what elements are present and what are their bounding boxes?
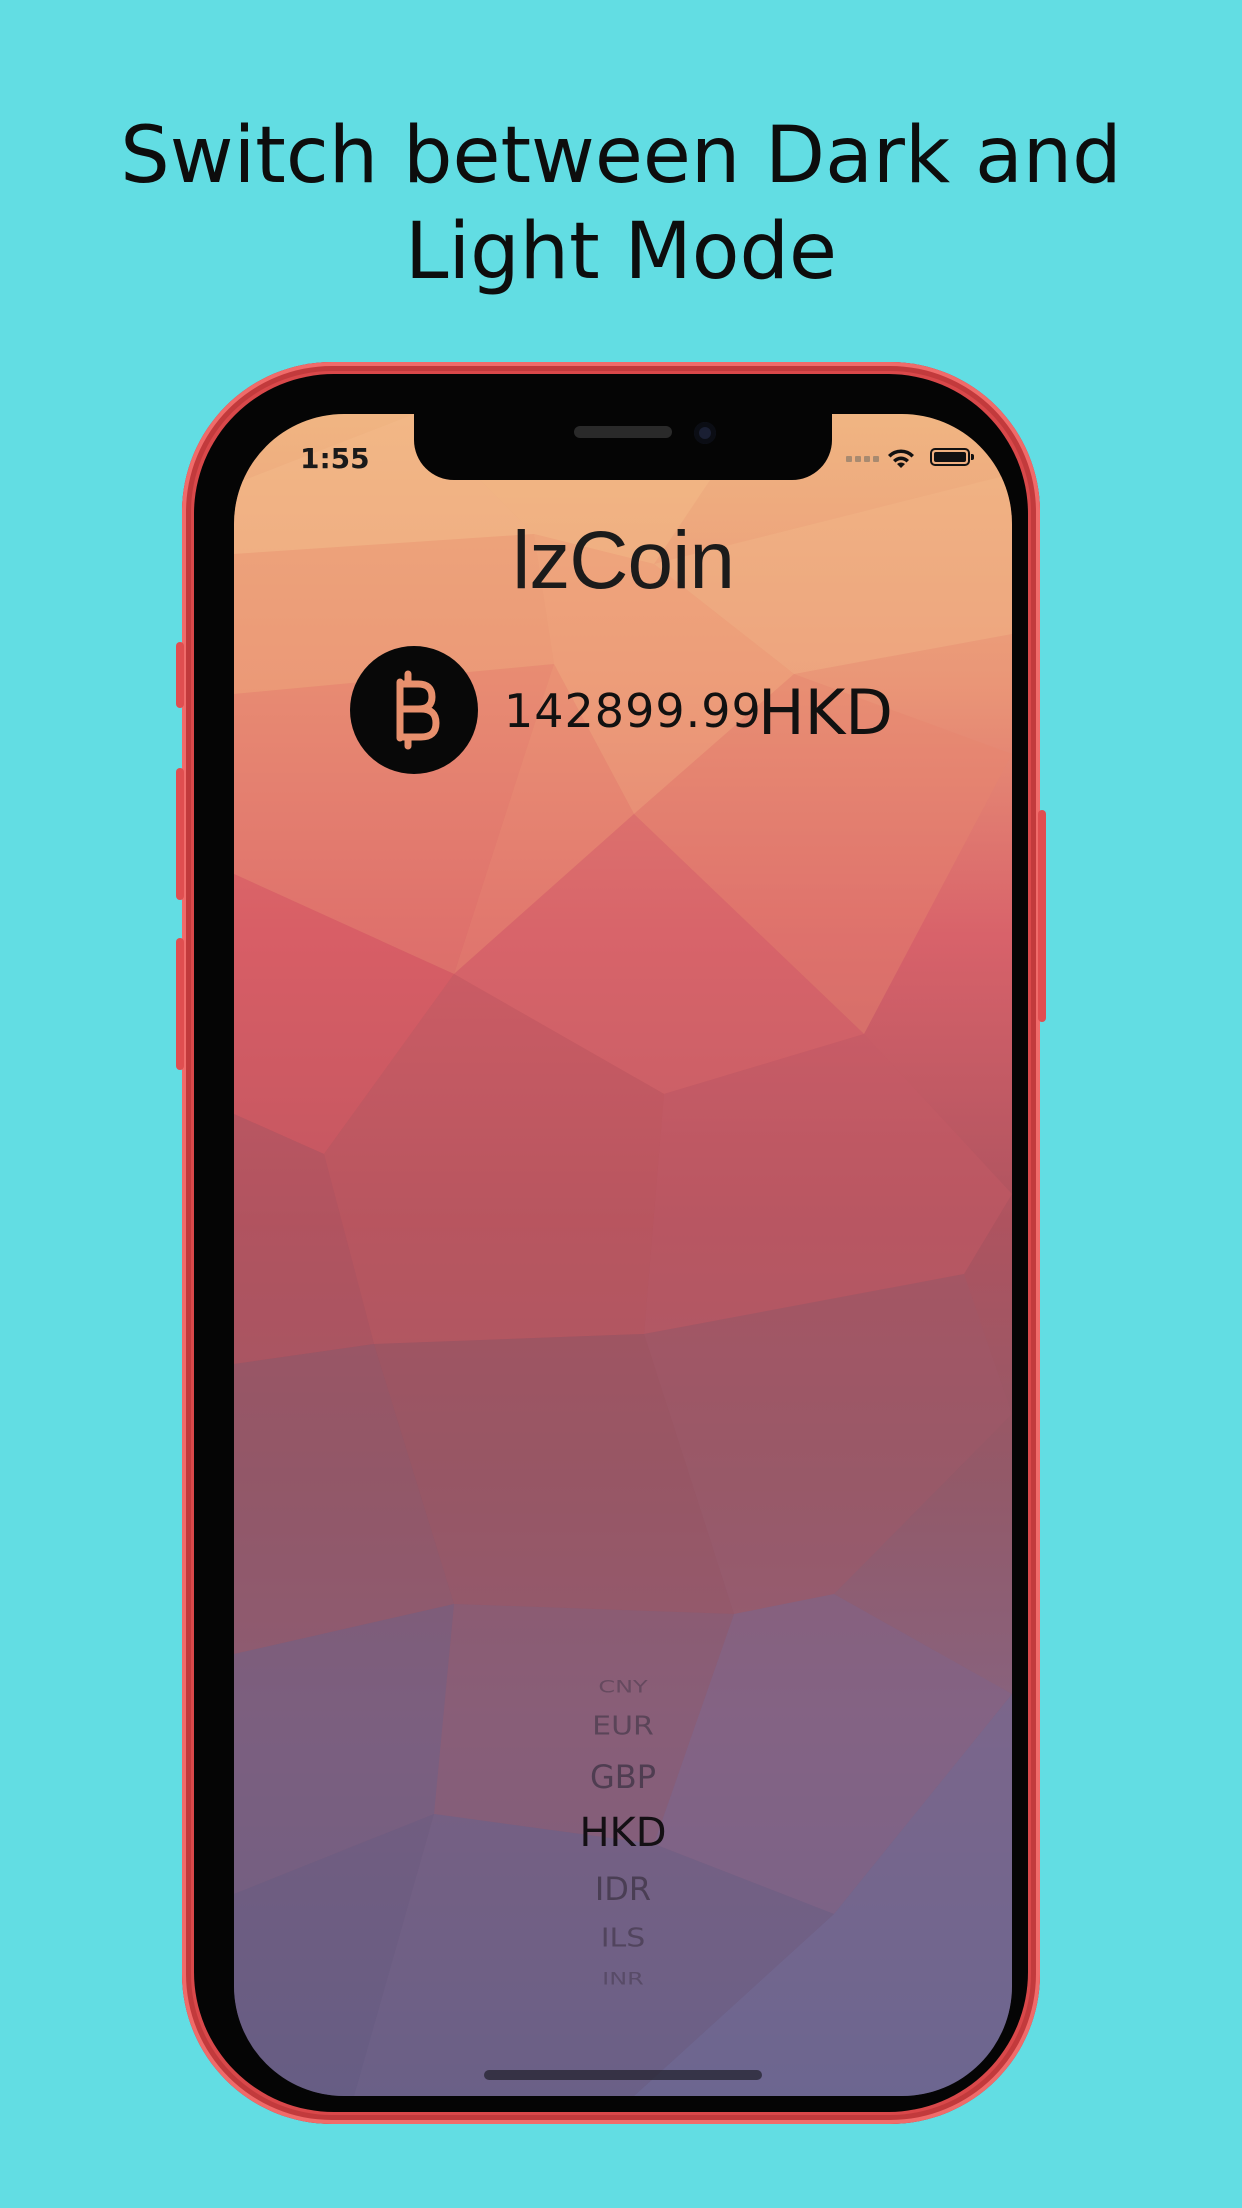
volume-down-button (176, 938, 184, 1070)
picker-option[interactable]: IDR (523, 1864, 723, 1914)
bitcoin-icon (350, 646, 478, 774)
coin-price: 142899.99 (504, 684, 762, 738)
power-button (1038, 810, 1046, 1022)
notch (414, 414, 832, 480)
status-time: 1:55 (300, 442, 370, 475)
cellular-signal-icon (846, 456, 879, 462)
earpiece-speaker (574, 426, 672, 438)
picker-option[interactable]: ILS (523, 1918, 723, 1961)
app-screen: 1:55 lzCoin 142899.99 HKD CNY EUR GBP HK… (234, 414, 1012, 2096)
picker-option[interactable]: EUR (523, 1706, 723, 1749)
action-button (176, 642, 184, 708)
picker-option-selected[interactable]: HKD (523, 1802, 723, 1864)
picker-option[interactable]: GBP (523, 1752, 723, 1802)
battery-icon (930, 448, 974, 466)
front-camera (694, 422, 716, 444)
promo-headline-line-1: Switch between Dark and (120, 111, 1122, 201)
selected-currency-label: HKD (758, 676, 894, 749)
picker-option[interactable]: CNY (523, 1677, 723, 1698)
phone-bezel: 1:55 lzCoin 142899.99 HKD CNY EUR GBP HK… (194, 374, 1028, 2112)
phone-frame: 1:55 lzCoin 142899.99 HKD CNY EUR GBP HK… (176, 362, 1046, 2124)
app-title: lzCoin (512, 515, 735, 606)
promo-headline: Switch between Dark and Light Mode (0, 108, 1242, 300)
picker-fade-top (523, 1652, 723, 1672)
wifi-icon (888, 449, 914, 468)
home-indicator[interactable] (484, 2070, 762, 2080)
picker-fade-bottom (523, 1994, 723, 2014)
promo-headline-line-2: Light Mode (405, 207, 837, 297)
picker-option[interactable]: INR (523, 1969, 723, 1990)
currency-picker[interactable]: CNY EUR GBP HKD IDR ILS INR (523, 1652, 723, 2014)
volume-up-button (176, 768, 184, 900)
